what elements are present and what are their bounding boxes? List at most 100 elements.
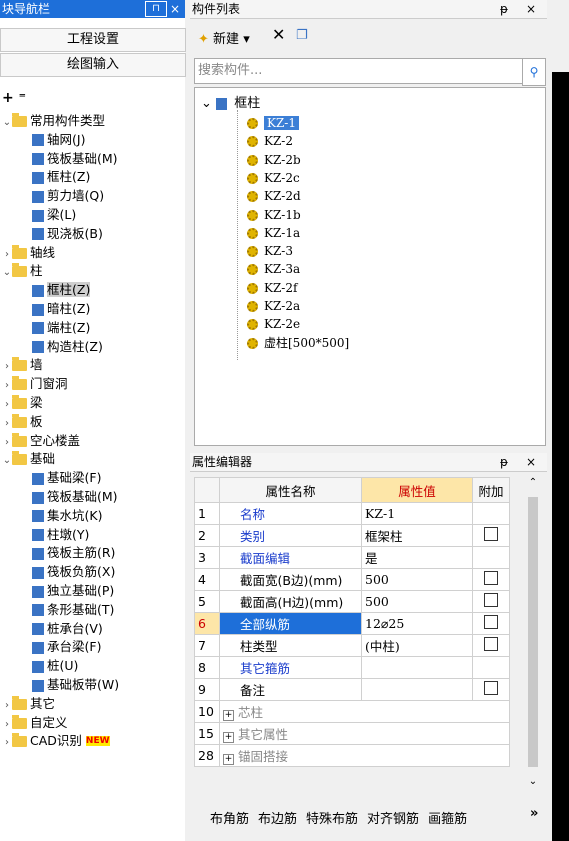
nav-tree-item[interactable]: 桩(U) bbox=[32, 657, 78, 675]
chevron-right-icon[interactable]: › bbox=[2, 377, 12, 395]
nav-tree-item[interactable]: 基础梁(F) bbox=[32, 469, 101, 487]
rebar-button[interactable]: 对齐钢筋 bbox=[367, 812, 419, 827]
nav-tree-item[interactable]: 梁(L) bbox=[32, 206, 76, 224]
extra-checkbox[interactable] bbox=[484, 593, 498, 607]
chevron-right-icon[interactable]: › bbox=[2, 246, 12, 264]
nav-tree-item[interactable]: › 自定义 bbox=[2, 714, 68, 732]
rebar-button[interactable]: 布边筋 bbox=[258, 812, 297, 827]
nav-tree-item[interactable]: › 墙 bbox=[2, 356, 43, 374]
nav-tree-item[interactable]: 筏板负筋(X) bbox=[32, 563, 115, 581]
nav-tree-item[interactable]: 集水坑(K) bbox=[32, 507, 102, 525]
nav-tree-item[interactable]: 框柱(Z) bbox=[32, 168, 90, 186]
nav-tree-item[interactable]: ⌄ 柱 bbox=[2, 262, 43, 280]
nav-tree-item[interactable]: 筏板基础(M) bbox=[32, 488, 118, 506]
rebar-button[interactable]: 特殊布筋 bbox=[306, 812, 358, 827]
component-list-item[interactable]: KZ-2a bbox=[247, 297, 300, 315]
property-row[interactable]: 4 截面宽(B边)(mm) 500 bbox=[194, 568, 510, 591]
property-value[interactable]: 500 bbox=[361, 590, 473, 613]
property-value[interactable]: KZ-1 bbox=[361, 502, 473, 525]
nav-tree-item[interactable]: 基础板带(W) bbox=[32, 676, 119, 694]
component-list-item[interactable]: KZ-1 bbox=[247, 114, 299, 132]
rebar-button[interactable]: 画箍筋 bbox=[428, 812, 467, 827]
close-icon[interactable]: × bbox=[526, 0, 536, 18]
nav-tree-item[interactable]: 剪力墙(Q) bbox=[32, 187, 104, 205]
expand-plus-icon[interactable]: + bbox=[223, 754, 234, 765]
component-list-item[interactable]: KZ-1b bbox=[247, 206, 301, 224]
component-list-item[interactable]: KZ-2e bbox=[247, 315, 300, 333]
scroll-down-icon[interactable]: ⌄ bbox=[524, 776, 542, 787]
nav-tree-item[interactable]: › CAD识别 NEW bbox=[2, 732, 110, 750]
property-row[interactable]: 15 + 其它属性 bbox=[194, 722, 510, 745]
nav-tree-item[interactable]: ⌄ 基础 bbox=[2, 450, 55, 468]
nav-tree-item[interactable]: 承台梁(F) bbox=[32, 638, 101, 656]
pin-icon[interactable]: ⊓ bbox=[145, 1, 167, 17]
component-list-item[interactable]: KZ-2 bbox=[247, 132, 293, 150]
nav-tree-item[interactable]: 条形基础(T) bbox=[32, 601, 114, 619]
property-value[interactable] bbox=[361, 656, 473, 679]
nav-tree-item[interactable]: ⌄ 常用构件类型 bbox=[2, 112, 105, 130]
property-row[interactable]: 3 截面编辑 是 bbox=[194, 546, 510, 569]
expand-plus-icon[interactable]: + bbox=[223, 732, 234, 743]
nav-tree-item[interactable]: › 空心楼盖 bbox=[2, 432, 80, 450]
property-row[interactable]: 8 其它箍筋 bbox=[194, 656, 510, 679]
drawing-canvas[interactable] bbox=[552, 0, 569, 841]
search-icon[interactable]: ⚲ bbox=[522, 58, 546, 86]
rebar-button[interactable]: 布角筋 bbox=[210, 812, 249, 827]
extra-checkbox[interactable] bbox=[484, 571, 498, 585]
property-value[interactable]: 500 bbox=[361, 568, 473, 591]
chevron-right-icon[interactable]: › bbox=[2, 358, 12, 376]
extra-checkbox[interactable] bbox=[484, 637, 498, 651]
close-icon[interactable]: × bbox=[170, 0, 180, 18]
property-row[interactable]: 28 + 锚固搭接 bbox=[194, 744, 510, 767]
nav-tree-item[interactable]: 筏板主筋(R) bbox=[32, 544, 115, 562]
nav-tree-item[interactable]: 柱墩(Y) bbox=[32, 526, 89, 544]
nav-tree-item[interactable]: 独立基础(P) bbox=[32, 582, 114, 600]
nav-tree-item[interactable]: 现浇板(B) bbox=[32, 225, 103, 243]
property-value[interactable] bbox=[361, 678, 473, 701]
property-value[interactable]: 12⌀25 bbox=[361, 612, 473, 635]
property-value[interactable]: 框架柱 bbox=[361, 524, 473, 547]
property-row[interactable]: 9 备注 bbox=[194, 678, 510, 701]
tree-root[interactable]: ⌄ 框柱 bbox=[201, 92, 260, 111]
nav-tree-item[interactable]: › 梁 bbox=[2, 394, 43, 412]
component-list-item[interactable]: KZ-1a bbox=[247, 224, 300, 242]
project-settings-button[interactable]: 工程设置 bbox=[0, 28, 186, 52]
nav-tree-item[interactable]: › 轴线 bbox=[2, 244, 55, 262]
nav-tree-item[interactable]: 构造柱(Z) bbox=[32, 338, 103, 356]
chevron-right-icon[interactable]: › bbox=[2, 734, 12, 752]
delete-icon[interactable]: ✕ bbox=[272, 25, 285, 44]
expand-collapse-all-icon[interactable]: + ⁼ bbox=[2, 90, 26, 106]
scrollbar[interactable]: ⌃ ⌄ bbox=[524, 477, 542, 787]
property-row[interactable]: 10 + 芯柱 bbox=[194, 700, 510, 723]
property-row[interactable]: 6 全部纵筋 12⌀25 bbox=[194, 612, 510, 635]
chevron-right-icon[interactable]: › bbox=[2, 716, 12, 734]
property-row[interactable]: 5 截面高(H边)(mm) 500 bbox=[194, 590, 510, 613]
property-value[interactable]: (中柱) bbox=[361, 634, 473, 657]
nav-tree-item[interactable]: 暗柱(Z) bbox=[32, 300, 90, 318]
scroll-thumb[interactable] bbox=[528, 497, 538, 767]
nav-tree-item[interactable]: 筏板基础(M) bbox=[32, 150, 118, 168]
property-row[interactable]: 7 柱类型 (中柱) bbox=[194, 634, 510, 657]
nav-tree-item[interactable]: › 板 bbox=[2, 413, 43, 431]
chevron-right-icon[interactable]: › bbox=[2, 415, 12, 433]
search-input[interactable]: 搜索构件... bbox=[194, 58, 525, 84]
chevron-down-icon[interactable]: ⌄ bbox=[2, 452, 12, 470]
close-icon[interactable]: × bbox=[526, 453, 536, 471]
scroll-up-icon[interactable]: ⌃ bbox=[524, 477, 542, 488]
component-list-item[interactable]: 虚柱[500*500] bbox=[247, 334, 349, 352]
component-list-item[interactable]: KZ-3 bbox=[247, 242, 293, 260]
property-row[interactable]: 2 类别 框架柱 bbox=[194, 524, 510, 547]
more-icon[interactable]: » bbox=[530, 806, 538, 821]
new-button[interactable]: ✦ 新建 ▾ bbox=[198, 28, 250, 47]
nav-tree-item[interactable]: 端柱(Z) bbox=[32, 319, 90, 337]
pin-icon[interactable]: ᵽ bbox=[500, 453, 508, 471]
pin-icon[interactable]: ᵽ bbox=[500, 0, 508, 18]
extra-checkbox[interactable] bbox=[484, 681, 498, 695]
nav-tree-item[interactable]: 框柱(Z) bbox=[32, 281, 91, 299]
chevron-right-icon[interactable]: › bbox=[2, 396, 12, 414]
component-list-item[interactable]: KZ-2b bbox=[247, 151, 301, 169]
nav-tree-item[interactable]: › 其它 bbox=[2, 695, 55, 713]
nav-tree-item[interactable]: 轴网(J) bbox=[32, 131, 85, 149]
copy-icon[interactable]: ❐ bbox=[296, 28, 308, 43]
chevron-right-icon[interactable]: › bbox=[2, 434, 12, 452]
